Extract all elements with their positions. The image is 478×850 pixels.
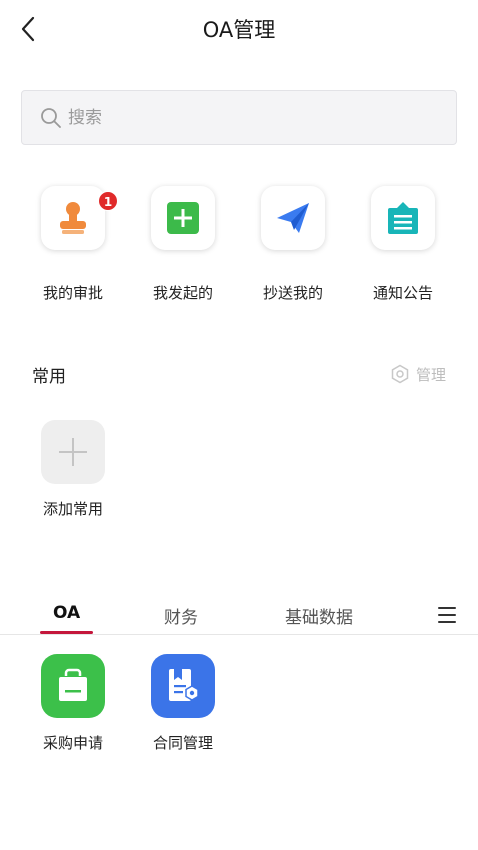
menu-icon[interactable] xyxy=(438,605,458,623)
plus-icon xyxy=(59,438,87,466)
quick-initiated[interactable]: 我发起的 xyxy=(128,186,238,306)
notification-badge: 1 xyxy=(98,191,118,211)
settings-hexagon-icon xyxy=(391,364,409,384)
quick-tile xyxy=(151,186,215,250)
common-section-title: 常用 xyxy=(32,367,66,387)
category-tabs: OA 财务 基础数据 xyxy=(0,595,478,635)
quick-label: 我的审批 xyxy=(42,284,103,302)
add-common-button[interactable]: 添加常用 xyxy=(18,420,128,520)
add-common-label: 添加常用 xyxy=(42,500,103,518)
app-contract-management[interactable]: 合同管理 xyxy=(128,654,238,754)
manage-button[interactable]: 管理 xyxy=(390,362,446,386)
app-grid: 采购申请 合同管理 xyxy=(0,654,478,764)
shopping-bag-icon xyxy=(59,668,87,701)
add-tile xyxy=(41,420,105,484)
manage-label: 管理 xyxy=(415,365,446,384)
plus-square-icon xyxy=(167,202,199,234)
header-bar: OA管理 xyxy=(0,0,478,56)
search-bar[interactable] xyxy=(21,90,457,145)
app-tile xyxy=(151,654,215,718)
quick-label: 抄送我的 xyxy=(262,284,323,302)
tab-basic-data[interactable]: 基础数据 xyxy=(285,603,353,628)
quick-notices[interactable]: 通知公告 xyxy=(348,186,458,306)
active-tab-indicator xyxy=(40,631,93,634)
tab-finance[interactable]: 财务 xyxy=(164,603,198,628)
quick-label: 我发起的 xyxy=(152,284,213,302)
quick-tile xyxy=(41,186,105,250)
quick-my-approvals[interactable]: 1 我的审批 xyxy=(18,186,128,306)
paper-plane-icon xyxy=(277,203,309,233)
quick-label: 通知公告 xyxy=(372,284,433,302)
stamp-icon xyxy=(60,202,86,234)
tab-oa[interactable]: OA xyxy=(53,603,80,623)
app-tile xyxy=(41,654,105,718)
quick-cc-me[interactable]: 抄送我的 xyxy=(238,186,348,306)
search-icon xyxy=(41,108,61,128)
quick-tile xyxy=(261,186,325,250)
quick-tile xyxy=(371,186,435,250)
notice-board-icon xyxy=(388,202,418,234)
quick-actions: 1 我的审批 我发起的 抄送我的 通知公告 xyxy=(0,186,478,306)
app-purchase-request[interactable]: 采购申请 xyxy=(18,654,128,754)
contract-icon xyxy=(169,669,199,701)
app-label: 采购申请 xyxy=(42,734,103,752)
app-label: 合同管理 xyxy=(152,734,213,752)
page-title: OA管理 xyxy=(202,18,276,42)
search-input[interactable] xyxy=(68,91,428,144)
